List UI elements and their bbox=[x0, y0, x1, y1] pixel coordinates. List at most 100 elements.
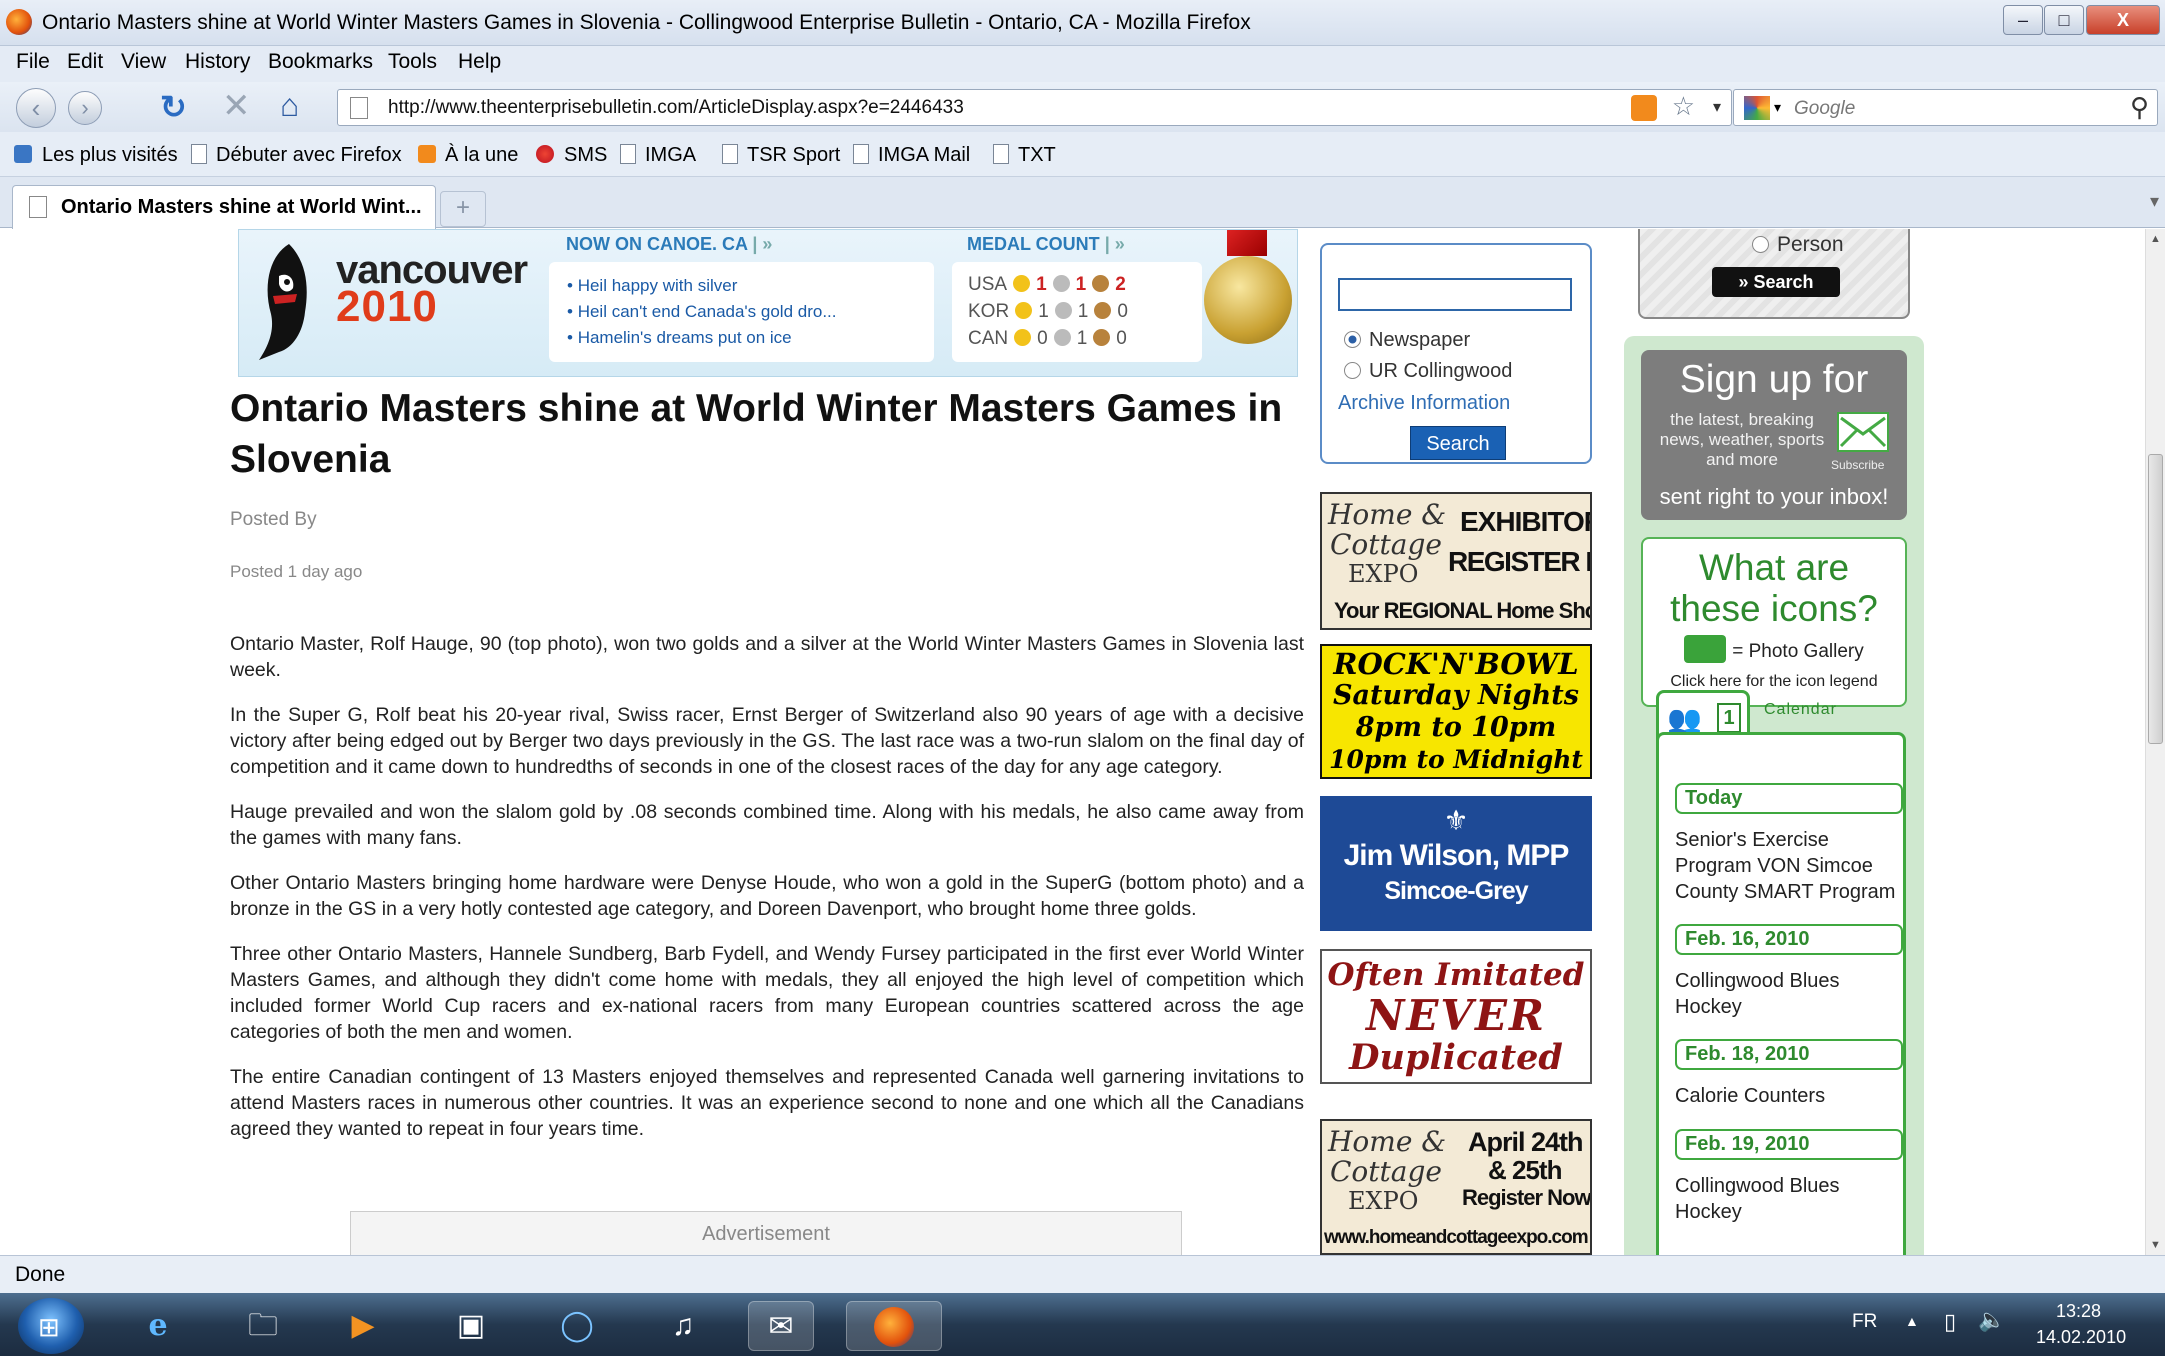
site-search-input[interactable] bbox=[1338, 278, 1572, 311]
reload-icon[interactable]: ↻ bbox=[160, 88, 187, 126]
search-go-icon[interactable]: ⚲ bbox=[2130, 92, 2149, 123]
network-icon[interactable]: ▯ bbox=[1944, 1309, 1956, 1335]
thunderbird-icon[interactable]: ✉ bbox=[748, 1301, 814, 1351]
navigation-toolbar: ‹ › ↻ ✕ ⌂ http://www.theenterprisebullet… bbox=[0, 82, 2165, 132]
bookmark-label: Les plus visités bbox=[42, 144, 178, 166]
radio-ur-collingwood[interactable]: UR Collingwood bbox=[1344, 360, 1512, 383]
firefox-taskbar-icon[interactable] bbox=[846, 1301, 942, 1351]
bookmark-imga[interactable]: IMGA bbox=[620, 144, 696, 167]
scroll-up-icon[interactable]: ▲ bbox=[2150, 233, 2161, 245]
new-tab-button[interactable]: + bbox=[440, 191, 486, 227]
bookmark-star-icon[interactable]: ☆ bbox=[1672, 91, 1695, 122]
article-paragraph: The entire Canadian contingent of 13 Mas… bbox=[230, 1066, 1304, 1140]
tray-expand-icon[interactable]: ▲ bbox=[1905, 1313, 1919, 1329]
headline-link[interactable]: • Heil can't end Canada's gold dro... bbox=[567, 302, 934, 322]
ad-jim-wilson[interactable]: ⚜ Jim Wilson, MPP Simcoe-Grey bbox=[1320, 796, 1592, 931]
menu-bookmarks[interactable]: Bookmarks bbox=[268, 50, 373, 74]
start-button[interactable]: ⊞ bbox=[18, 1298, 84, 1354]
sync-app-icon[interactable]: ◯ bbox=[544, 1301, 610, 1351]
scrollbar-thumb[interactable] bbox=[2148, 454, 2163, 744]
medal-row: CAN 0 1 0 bbox=[968, 328, 1127, 349]
calendar-event[interactable]: Senior's Exercise Program VON Simcoe Cou… bbox=[1675, 827, 1907, 905]
rss-feed-icon[interactable] bbox=[1631, 95, 1657, 121]
canoe-header[interactable]: NOW ON CANOE. CA | » bbox=[566, 234, 772, 255]
radio-person[interactable]: Person bbox=[1752, 233, 1844, 257]
expo-line: Register Now! bbox=[1462, 1185, 1592, 1210]
bookmark-debuter[interactable]: Débuter avec Firefox bbox=[191, 144, 402, 167]
menu-help[interactable]: Help bbox=[458, 50, 501, 74]
radio-selected-icon[interactable] bbox=[1344, 331, 1361, 348]
medal-count-header[interactable]: MEDAL COUNT | » bbox=[967, 234, 1125, 255]
archive-link[interactable]: Archive Information bbox=[1338, 392, 1510, 415]
tab-article[interactable]: Ontario Masters shine at World Wint... bbox=[12, 185, 436, 229]
back-button-icon[interactable]: ‹ bbox=[16, 88, 56, 128]
tab-list-icon[interactable]: ▾ bbox=[2150, 191, 2159, 212]
menu-view[interactable]: View bbox=[121, 50, 166, 74]
bookmark-txt[interactable]: TXT bbox=[993, 144, 1056, 167]
menu-tools[interactable]: Tools bbox=[388, 50, 437, 74]
url-bar[interactable]: http://www.theenterprisebulletin.com/Art… bbox=[337, 89, 1732, 126]
internet-explorer-icon[interactable]: e bbox=[125, 1301, 191, 1351]
headline-link[interactable]: • Hamelin's dreams put on ice bbox=[567, 328, 934, 348]
file-explorer-icon[interactable]: 🗀 bbox=[230, 1301, 296, 1351]
signup-body: the latest, breaking news, weather, spor… bbox=[1659, 410, 1825, 469]
expo-line: Your REGIONAL Home Show bbox=[1334, 598, 1592, 623]
google-engine-icon[interactable] bbox=[1744, 96, 1770, 120]
home-icon[interactable]: ⌂ bbox=[280, 87, 299, 124]
headline-link[interactable]: • Heil happy with silver bbox=[567, 276, 934, 296]
language-indicator[interactable]: FR bbox=[1852, 1311, 1877, 1333]
bookmark-les-plus-visites[interactable]: Les plus visités bbox=[14, 144, 178, 167]
bookmark-tsr-sport[interactable]: TSR Sport bbox=[722, 144, 840, 167]
clock-time[interactable]: 13:28 bbox=[2056, 1301, 2101, 1322]
forward-button-icon[interactable]: › bbox=[68, 91, 102, 125]
calendar-event[interactable]: Calorie Counters bbox=[1675, 1083, 1907, 1109]
ad-expo-dates[interactable]: Home & Cottage EXPO April 24th & 25th Re… bbox=[1320, 1119, 1592, 1255]
icons-legend-box[interactable]: What are these icons? = Photo Gallery Cl… bbox=[1641, 537, 1907, 707]
clock-date[interactable]: 14.02.2010 bbox=[2036, 1327, 2126, 1348]
menu-edit[interactable]: Edit bbox=[67, 50, 103, 74]
minimize-button[interactable]: – bbox=[2003, 5, 2043, 35]
vertical-scrollbar[interactable]: ▲ ▼ bbox=[2145, 229, 2165, 1255]
scroll-down-icon[interactable]: ▼ bbox=[2150, 1239, 2161, 1251]
radio-label: Newspaper bbox=[1369, 329, 1471, 351]
radio-unselected-icon[interactable] bbox=[1752, 236, 1769, 253]
url-text[interactable]: http://www.theenterprisebulletin.com/Art… bbox=[388, 97, 964, 119]
site-search-button[interactable]: Search bbox=[1410, 426, 1506, 460]
volume-icon[interactable]: 🔈 bbox=[1978, 1307, 2005, 1333]
media-app-icon[interactable]: ♫ bbox=[650, 1301, 716, 1351]
most-visited-icon bbox=[14, 145, 32, 163]
calendar-event[interactable]: Collingwood Blues Hockey bbox=[1675, 1173, 1907, 1225]
icon-legend-link[interactable]: Click here for the icon legend bbox=[1643, 673, 1905, 691]
ad-often-imitated[interactable]: Often Imitated NEVER Duplicated bbox=[1320, 949, 1592, 1084]
rock-line: 8pm to 10pm bbox=[1355, 712, 1557, 743]
calendar-event[interactable]: Collingwood Blues Hockey bbox=[1675, 968, 1907, 1020]
stop-icon[interactable]: ✕ bbox=[222, 86, 251, 126]
maximize-button[interactable]: □ bbox=[2044, 5, 2084, 35]
olympics-banner[interactable]: vancouver 2010 NOW ON CANOE. CA | » • He… bbox=[238, 229, 1298, 377]
remote-desktop-icon[interactable]: ▣ bbox=[438, 1301, 504, 1351]
article-paragraph: Hauge prevailed and won the slalom gold … bbox=[230, 801, 1304, 849]
sidebar-search-button[interactable]: » Search bbox=[1712, 267, 1840, 297]
close-button[interactable]: X bbox=[2086, 5, 2160, 35]
windows-taskbar: ⊞ e 🗀 ▶ ▣ ◯ ♫ ✉ FR ▲ ▯ 🔈 13:28 14.02.201… bbox=[0, 1293, 2165, 1356]
engine-dropdown-icon[interactable]: ▾ bbox=[1774, 99, 1781, 116]
ad-home-cottage-expo[interactable]: Home & Cottage EXPO EXHIBITORS REGISTER … bbox=[1320, 492, 1592, 630]
ad-rock-n-bowl[interactable]: ROCK'N'BOWL Saturday Nights 8pm to 10pm … bbox=[1320, 644, 1592, 779]
bookmark-a-la-une[interactable]: À la une bbox=[418, 144, 518, 167]
page-icon bbox=[722, 144, 738, 164]
radio-unselected-icon[interactable] bbox=[1344, 362, 1361, 379]
bookmark-imga-mail[interactable]: IMGA Mail bbox=[853, 144, 970, 167]
url-dropdown-icon[interactable]: ▾ bbox=[1713, 97, 1721, 117]
radio-newspaper[interactable]: Newspaper bbox=[1344, 329, 1470, 352]
media-player-icon[interactable]: ▶ bbox=[330, 1301, 396, 1351]
signup-box[interactable]: Sign up for the latest, breaking news, w… bbox=[1641, 350, 1907, 520]
bookmark-sms[interactable]: SMS bbox=[536, 144, 607, 167]
search-placeholder[interactable]: Google bbox=[1794, 98, 1855, 120]
menu-history[interactable]: History bbox=[185, 50, 250, 74]
search-engine-box[interactable]: ▾ Google ⚲ bbox=[1733, 89, 2158, 126]
bookmark-label: À la une bbox=[445, 144, 519, 166]
menu-file[interactable]: File bbox=[16, 50, 50, 74]
expo-logo-home: Home & bbox=[1328, 498, 1447, 531]
advertisement-label: Advertisement bbox=[350, 1211, 1182, 1255]
bookmark-label: SMS bbox=[564, 144, 608, 166]
